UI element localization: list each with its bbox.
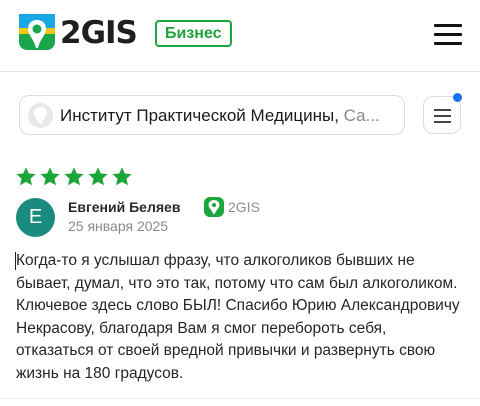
source-label: 2GIS: [228, 199, 260, 215]
list-icon-line: [434, 115, 451, 117]
brand-logo-text[interactable]: 2GIS: [60, 14, 138, 52]
hamburger-line: [434, 24, 462, 27]
organization-selector[interactable]: Институт Практической Медицины, Са...: [19, 95, 405, 135]
author-avatar[interactable]: Е: [16, 198, 55, 237]
list-icon-line: [434, 121, 451, 123]
organization-separator: ,: [334, 106, 344, 125]
notification-dot: [453, 93, 462, 102]
organization-city: Са...: [343, 106, 380, 125]
hamburger-line: [434, 33, 462, 36]
top-header: 2GIS Бизнес: [0, 0, 480, 72]
star-icon: [16, 167, 36, 186]
star-icon: [112, 167, 132, 186]
author-name[interactable]: Евгений Беляев: [68, 198, 180, 216]
pin-icon: [208, 200, 220, 214]
hamburger-icon[interactable]: [434, 24, 462, 46]
list-icon-line: [434, 109, 451, 111]
organization-name: Институт Практической Медицины, Са...: [60, 106, 380, 126]
hamburger-line: [434, 42, 462, 45]
star-icon: [88, 167, 108, 186]
business-badge[interactable]: Бизнес: [155, 20, 232, 47]
rating-stars: [15, 166, 133, 188]
organization-avatar: [28, 103, 53, 128]
2gis-logo-icon[interactable]: [19, 14, 55, 50]
divider: [0, 398, 480, 399]
star-icon: [40, 167, 60, 186]
pin-icon: [34, 107, 47, 124]
review-text: Когда-то я услышал фразу, что алкоголико…: [16, 252, 460, 382]
review-source: 2GIS: [204, 197, 260, 217]
organization-title: Институт Практической Медицины: [60, 106, 335, 125]
star-icon: [64, 167, 84, 186]
2gis-source-icon: [204, 197, 224, 217]
review-date: 25 января 2025: [68, 218, 169, 234]
